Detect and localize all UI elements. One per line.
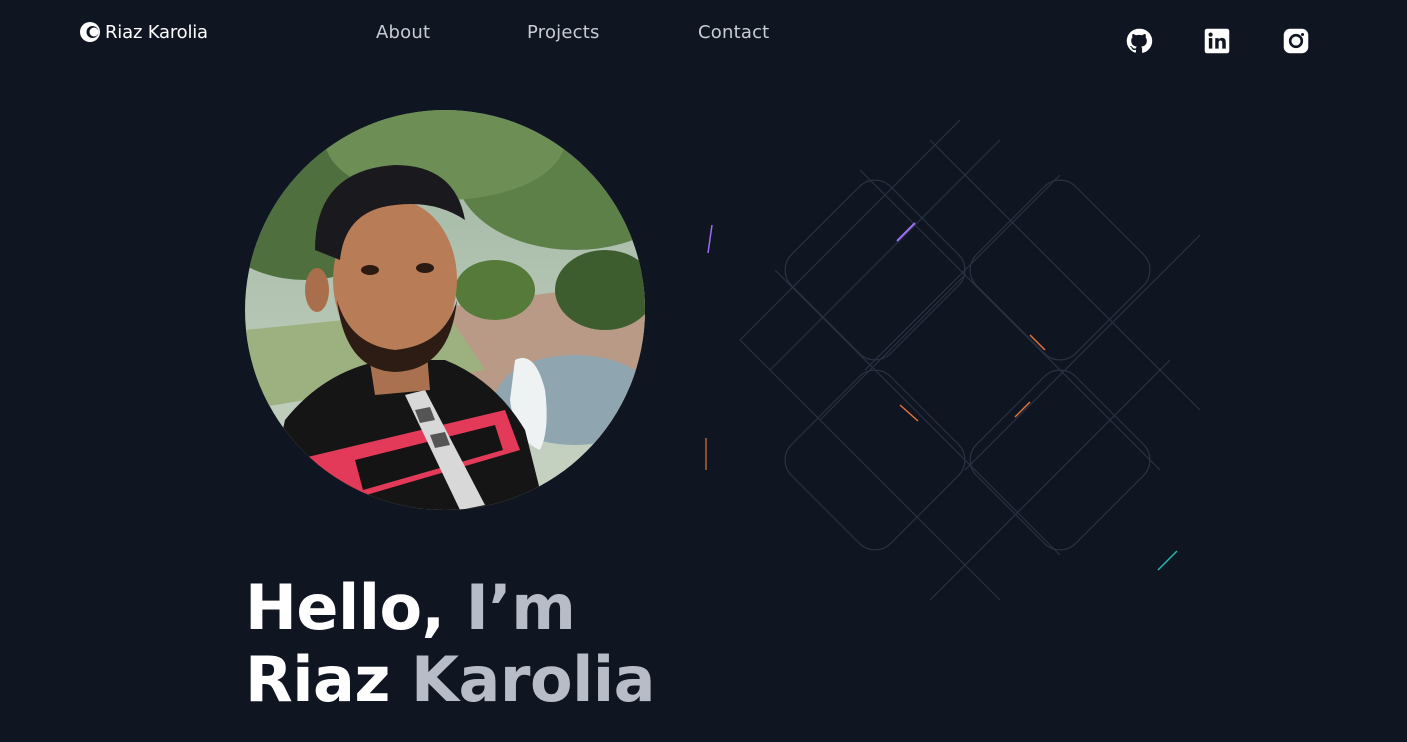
- decorative-grid-pattern: [705, 119, 1201, 601]
- github-link[interactable]: [1125, 27, 1153, 55]
- github-icon: [1126, 28, 1153, 53]
- hero-im: I’m: [465, 571, 576, 644]
- profile-photo-illustration: [245, 110, 645, 510]
- nav-about[interactable]: About: [376, 22, 430, 43]
- profile-photo: [245, 110, 645, 510]
- nav-projects[interactable]: Projects: [527, 22, 600, 43]
- main-nav: About Projects Contact: [0, 22, 1407, 48]
- linkedin-icon: [1204, 28, 1230, 54]
- hero-greeting: Hello,: [245, 571, 466, 644]
- linkedin-link[interactable]: [1203, 27, 1231, 55]
- instagram-link[interactable]: [1282, 27, 1310, 55]
- hero-line-1: Hello, I’m: [245, 572, 655, 644]
- hero-line-2: Riaz Karolia: [245, 644, 655, 716]
- nav-contact[interactable]: Contact: [698, 22, 769, 43]
- instagram-icon: [1283, 28, 1309, 54]
- hero-heading: Hello, I’m Riaz Karolia: [245, 572, 655, 716]
- hero-first-name: Riaz: [245, 643, 412, 716]
- hero-last-name: Karolia: [411, 643, 655, 716]
- page: Riaz Karolia About Projects Contact Hell…: [0, 0, 1407, 742]
